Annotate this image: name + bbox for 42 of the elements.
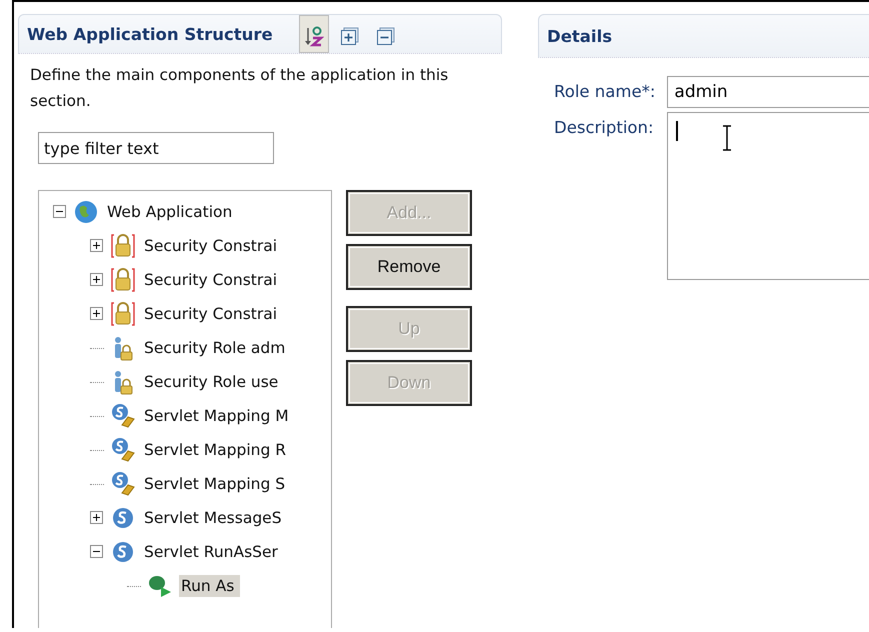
sort-icon (304, 25, 324, 47)
padlock-icon (110, 233, 136, 259)
expander-toggle[interactable] (90, 273, 104, 287)
expander-toggle[interactable] (53, 205, 67, 219)
padlock-icon (110, 301, 136, 327)
globe-icon (73, 199, 99, 225)
tree-item[interactable]: Servlet Mapping S (142, 473, 292, 495)
plus-box-icon (340, 26, 360, 46)
padlock-icon (110, 267, 136, 293)
tree-item[interactable]: Security Constrai (142, 303, 284, 325)
filter-field[interactable]: type filter text (38, 132, 274, 164)
servlet-chain-icon (110, 471, 136, 497)
expander-toggle[interactable] (90, 239, 104, 253)
section-description: Define the main components of the application in this section. (30, 65, 450, 112)
tree-item[interactable]: Security Role use (142, 371, 284, 393)
section-title: Web Application Structure (27, 24, 273, 44)
description-field[interactable] (667, 112, 869, 280)
action-button[interactable]: Remove (346, 244, 472, 290)
tree-item[interactable]: Run As (179, 575, 240, 597)
expander-toggle[interactable] (90, 307, 104, 321)
section-title: Details (547, 26, 612, 46)
expander-toggle[interactable] (90, 545, 104, 559)
tree-item[interactable]: Web Application (105, 201, 238, 223)
sort-button[interactable] (298, 15, 329, 53)
expander-toggle[interactable] (90, 511, 104, 525)
servlet-icon (110, 539, 136, 565)
servlet-icon (110, 505, 136, 531)
tree-item[interactable]: Servlet RunAsSer (142, 541, 284, 563)
tree-item[interactable]: Servlet MessageS (142, 507, 288, 529)
servlet-chain-icon (110, 403, 136, 429)
role-name-field[interactable]: admin (667, 76, 869, 108)
minus-box-icon (376, 26, 396, 46)
field-label: Role name*: (554, 81, 656, 103)
tree-item[interactable]: Security Constrai (142, 269, 284, 291)
run-as-icon (147, 573, 173, 599)
field-label: Description: (554, 117, 655, 139)
tree-item[interactable]: Servlet Mapping M (142, 405, 295, 427)
text-cursor-icon (722, 125, 732, 151)
servlet-chain-icon (110, 437, 136, 463)
tree-item[interactable]: Servlet Mapping R (142, 439, 292, 461)
tree-item[interactable]: Security Constrai (142, 235, 284, 257)
tree-item[interactable]: Security Role adm (142, 337, 292, 359)
